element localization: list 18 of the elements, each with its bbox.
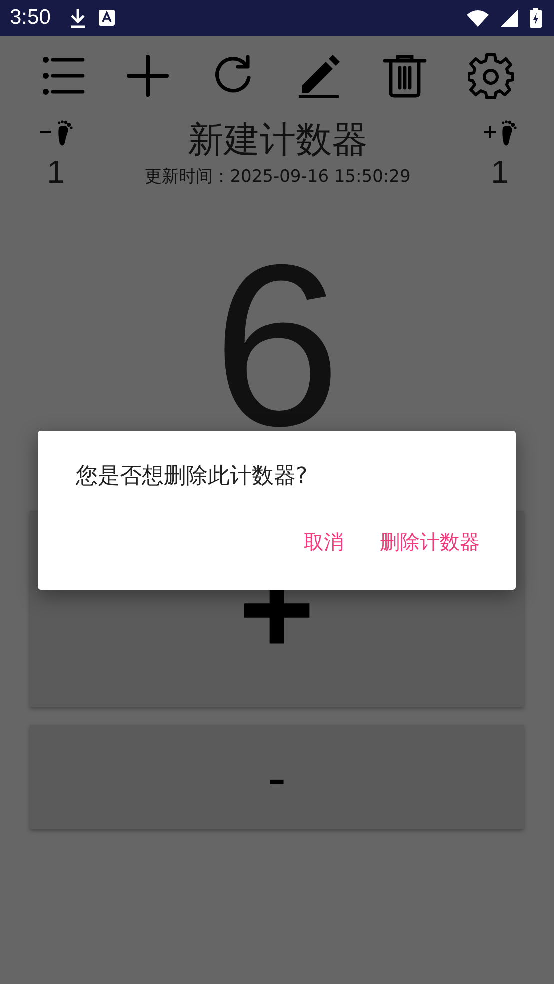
battery-charging-icon xyxy=(530,8,542,28)
decrement-button[interactable]: - xyxy=(30,725,524,829)
update-time: 更新时间：2025-09-16 15:50:29 xyxy=(145,166,411,188)
wifi-icon xyxy=(467,10,489,26)
step-down-value: 1 xyxy=(47,154,65,191)
dialog-message: 您是否想删除此计数器? xyxy=(76,463,309,491)
app-notification-icon xyxy=(98,10,115,26)
counter-value: 6 xyxy=(213,231,341,461)
minus-footprint-icon[interactable] xyxy=(39,120,73,148)
dialog-action-button[interactable]: 删除计数器 xyxy=(370,521,490,564)
dialog-action-button[interactable]: 取消 xyxy=(294,521,354,564)
clock: 3:50 xyxy=(10,6,51,30)
signal-icon xyxy=(501,10,518,26)
plus-footprint-icon[interactable] xyxy=(483,120,517,148)
step-up-value: 1 xyxy=(491,154,509,191)
download-icon xyxy=(68,8,87,28)
counter-title: 新建计数器 xyxy=(188,120,368,162)
settings-button[interactable] xyxy=(467,52,516,100)
